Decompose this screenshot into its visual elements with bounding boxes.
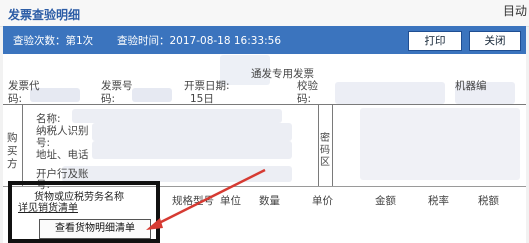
red-arrow-icon [146, 168, 266, 230]
invoice-detail-page: 发票查验明细 目动 查验次数：第1次 查验时间：2017-08-18 16:33… [0, 0, 529, 243]
